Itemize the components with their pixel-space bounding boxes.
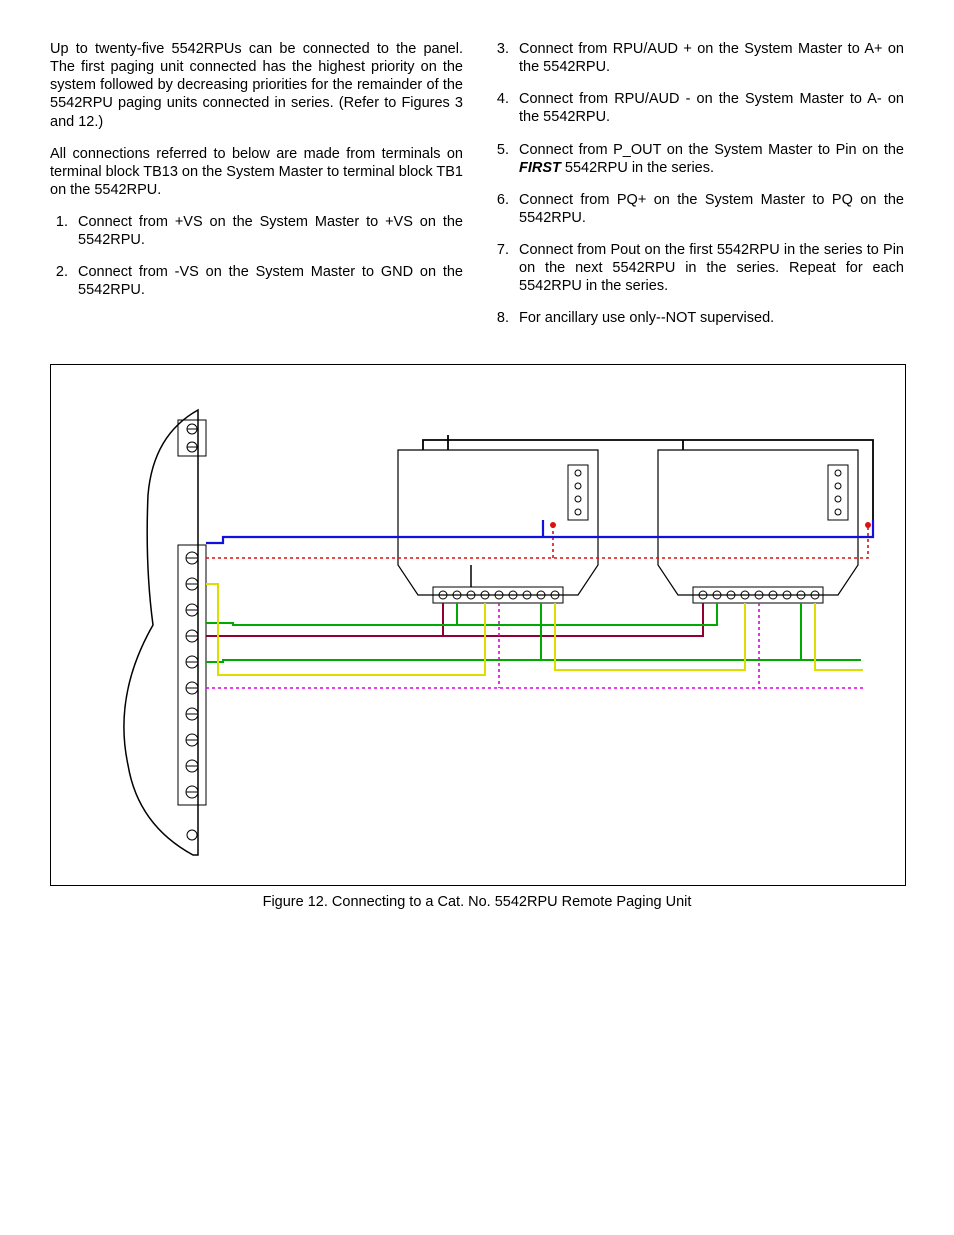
step-5-part-a: Connect from P_OUT on the System Master … <box>519 142 904 158</box>
step-6: Connect from PQ+ on the System Master to… <box>513 191 904 227</box>
step-5: Connect from P_OUT on the System Master … <box>513 141 904 177</box>
step-5-part-b: 5542RPU in the series. <box>561 160 714 176</box>
intro-paragraph-2: All connections referred to below are ma… <box>50 145 463 199</box>
step-8: For ancillary use only--NOT supervised. <box>513 309 904 327</box>
step-2: Connect from -VS on the System Master to… <box>72 263 463 299</box>
step-4: Connect from RPU/AUD - on the System Mas… <box>513 90 904 126</box>
step-7: Connect from Pout on the first 5542RPU i… <box>513 241 904 295</box>
text-columns: Up to twenty-five 5542RPUs can be connec… <box>50 40 904 342</box>
step-1: Connect from +VS on the System Master to… <box>72 213 463 249</box>
step-5-first: FIRST <box>519 160 561 176</box>
left-column: Up to twenty-five 5542RPUs can be connec… <box>50 40 463 342</box>
intro-paragraph-1: Up to twenty-five 5542RPUs can be connec… <box>50 40 463 131</box>
figure-caption: Figure 12. Connecting to a Cat. No. 5542… <box>50 894 904 910</box>
step-3: Connect from RPU/AUD + on the System Mas… <box>513 40 904 76</box>
wiring-diagram-svg <box>51 365 905 885</box>
right-column: Connect from RPU/AUD + on the System Mas… <box>491 40 904 342</box>
steps-list-right: Connect from RPU/AUD + on the System Mas… <box>491 40 904 328</box>
figure-12-diagram <box>50 364 906 886</box>
steps-list-left: Connect from +VS on the System Master to… <box>50 213 463 300</box>
